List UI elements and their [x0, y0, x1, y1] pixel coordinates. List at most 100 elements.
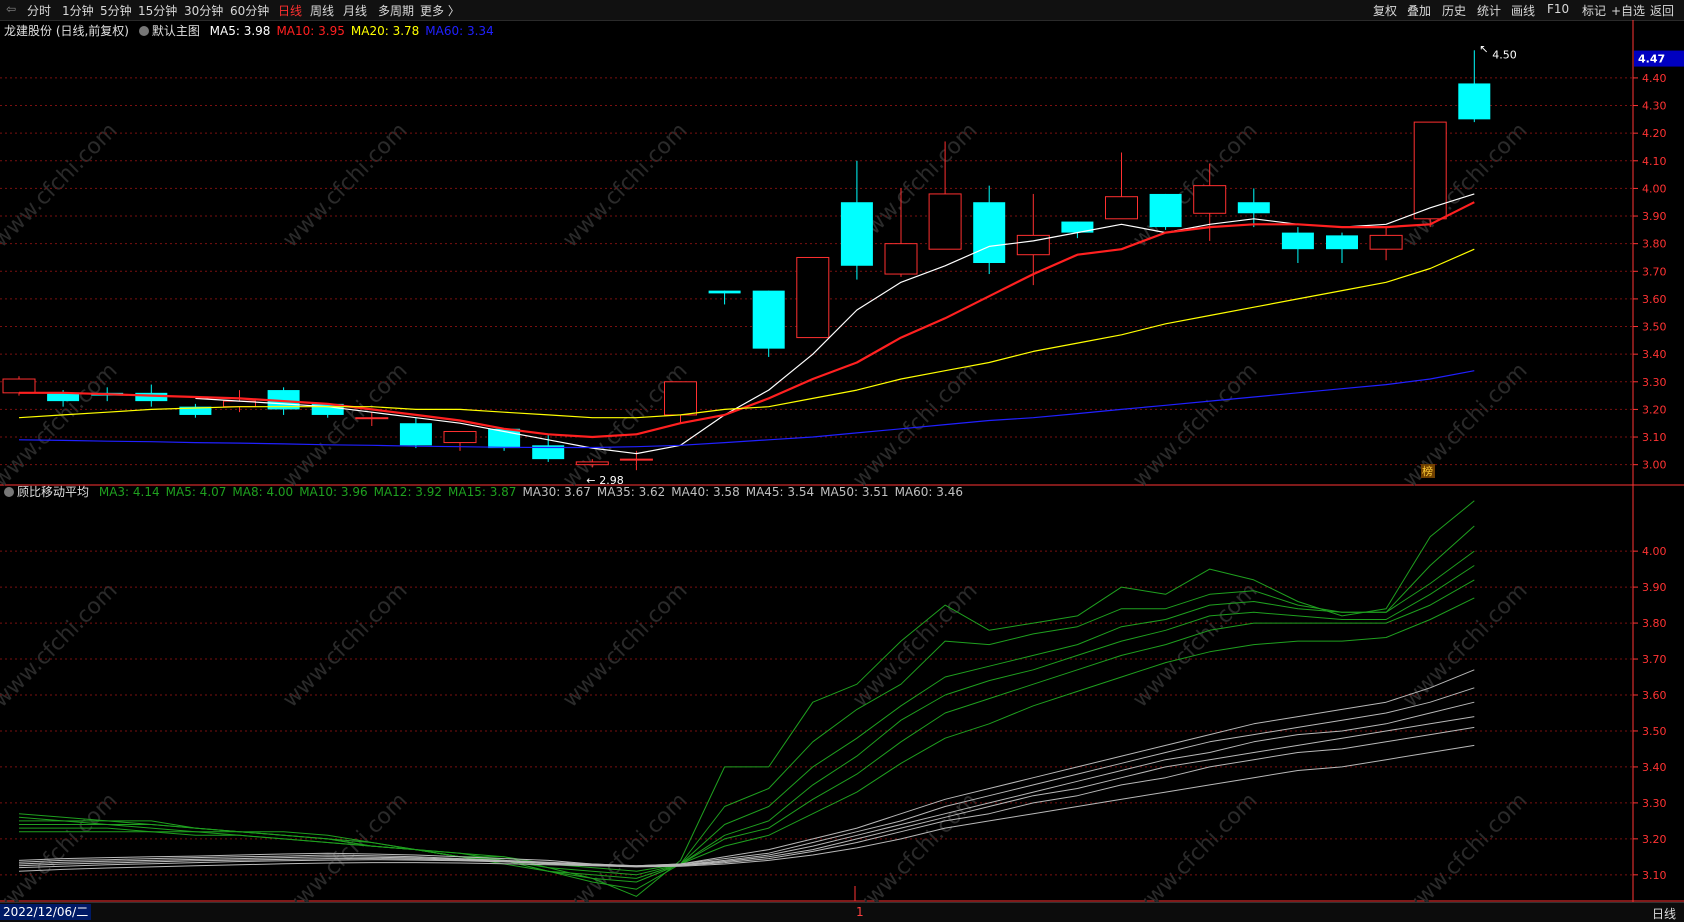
period-tab-3[interactable]: 15分钟: [138, 2, 177, 19]
watermark-text: www.cfchi.com: [278, 118, 412, 252]
tool-button-0[interactable]: 复权: [1373, 2, 1397, 19]
y-tick-label: 3.40: [1642, 348, 1667, 361]
gmma-line-MA12: [19, 579, 1475, 876]
candle-body: [399, 423, 432, 446]
period-tab-7[interactable]: 周线: [310, 2, 334, 19]
y-tick-label: 4.00: [1642, 182, 1667, 195]
period-tab-10[interactable]: 更多 〉: [420, 2, 460, 19]
y-tick-label: 3.50: [1642, 725, 1667, 738]
candle-body: [443, 431, 477, 444]
candle-body: [840, 202, 873, 266]
indicator-toggle-icon[interactable]: [4, 487, 14, 497]
legend-item: MA50: 3.51: [820, 485, 889, 499]
ma-line-MA20: [18, 248, 1475, 419]
period-indicator[interactable]: 日线: [1652, 905, 1676, 922]
candle-body: [1281, 232, 1314, 250]
y-tick-label: 3.00: [1642, 459, 1667, 472]
watermark-text: www.cfchi.com: [558, 578, 692, 712]
y-tick-label: 3.20: [1642, 833, 1667, 846]
legend-item: MA45: 3.54: [745, 485, 815, 499]
tool-button-1[interactable]: 叠加: [1407, 2, 1431, 19]
candle-body: [796, 256, 830, 339]
y-tick-label: 3.10: [1642, 431, 1667, 444]
candle-body: [928, 193, 962, 250]
kline-chart: www.cfchi.com www.cfchi.com www.cfchi.com w…: [0, 20, 1684, 902]
candle: [1413, 121, 1447, 228]
tool-button-6[interactable]: 标记: [1582, 2, 1606, 19]
y-tick-label: 3.20: [1642, 403, 1667, 416]
period-tab-9[interactable]: 多周期: [378, 2, 414, 19]
gmma-line-MA10: [19, 565, 1475, 879]
high-price-label: 4.50: [1492, 48, 1517, 61]
period-tab-1[interactable]: 1分钟: [62, 2, 94, 19]
candle-body: [355, 417, 389, 420]
y-tick-label: 3.40: [1642, 761, 1667, 774]
y-tick-label: 4.20: [1642, 127, 1667, 140]
tool-button-5[interactable]: F10: [1547, 2, 1569, 16]
legend-item: MA60: 3.46: [894, 485, 963, 499]
y-tick-label: 3.60: [1642, 293, 1667, 306]
tool-button-3[interactable]: 统计: [1477, 2, 1501, 19]
candle-body: [708, 290, 741, 294]
watermark-text: www.cfchi.com: [1398, 788, 1532, 902]
y-tick-label: 4.10: [1642, 155, 1667, 168]
candle-body: [1369, 234, 1403, 250]
candle-body: [1193, 185, 1227, 214]
period-tab-2[interactable]: 5分钟: [100, 2, 132, 19]
y-tick-label: 3.90: [1642, 581, 1667, 594]
watermark-text: www.cfchi.com: [0, 788, 123, 902]
legend-item: MA5: 4.07: [165, 485, 227, 499]
period-tab-8[interactable]: 月线: [343, 2, 367, 19]
watermark-text: www.cfchi.com: [278, 358, 412, 492]
legend-item: MA35: 3.62: [596, 485, 666, 499]
candle: [840, 160, 873, 280]
y-tick-label: 4.40: [1642, 72, 1667, 85]
y-tick-label: 3.60: [1642, 689, 1667, 702]
tool-button-8[interactable]: 返回: [1650, 2, 1674, 19]
tool-button-2[interactable]: 历史: [1442, 2, 1466, 19]
current-price-label: 4.47: [1638, 53, 1665, 66]
bottom-bar: 2022/12/06/二 1 日线: [0, 902, 1684, 922]
y-tick-label: 3.30: [1642, 797, 1667, 810]
gmma-line-MA45: [18, 716, 1475, 868]
gmma-line-MA3: [18, 500, 1475, 897]
watermark-text: www.cfchi.com: [848, 578, 982, 712]
legend-item: MA5: 3.98: [209, 24, 271, 38]
legend-item: MA3: 4.14: [98, 485, 160, 499]
period-tab-5[interactable]: 60分钟: [230, 2, 269, 19]
legend-item: MA20: 3.78: [350, 24, 420, 38]
watermark-text: www.cfchi.com: [0, 118, 123, 252]
y-tick-label: 3.70: [1642, 265, 1667, 278]
legend-item: MA8: 4.00: [232, 485, 294, 499]
y-tick-label: 3.80: [1642, 617, 1667, 630]
watermark-text: www.cfchi.com: [278, 578, 412, 712]
candle-body: [1326, 235, 1358, 250]
legend-item: MA10: 3.95: [276, 24, 345, 38]
candle-body: [1237, 202, 1270, 214]
candle: [664, 381, 697, 424]
y-tick-label: 3.70: [1642, 653, 1667, 666]
tool-button-7[interactable]: +自选: [1611, 2, 1645, 19]
main-template-label[interactable]: 默认主图: [152, 24, 200, 38]
period-tab-6[interactable]: 日线: [278, 2, 302, 19]
tool-button-4[interactable]: 画线: [1511, 2, 1535, 19]
candle: [1237, 188, 1270, 228]
candle-body: [884, 243, 918, 275]
period-tab-4[interactable]: 30分钟: [184, 2, 223, 19]
watermark-text: www.cfchi.com: [1398, 358, 1532, 492]
back-arrow-icon[interactable]: ⇦: [6, 2, 16, 16]
candle: [1105, 152, 1138, 220]
top-toolbar: 分时 1分钟 5分钟 15分钟 30分钟 60分钟 日线 周线 月线 多周期 更多 〉 复权 叠加 历史统…: [0, 0, 1684, 21]
stock-name: 龙建股份 (日线,前复权): [4, 24, 129, 38]
period-tab-0[interactable]: 分时: [27, 2, 51, 19]
legend-item: MA15: 3.87: [448, 485, 517, 499]
watermark-text: www.cfchi.com: [278, 788, 412, 902]
watermark-text: www.cfchi.com: [848, 358, 982, 492]
candle-body: [973, 202, 1006, 263]
sub-chart-legend: 顾比移动平均 MA3: 4.14 MA5: 4.07 MA8: 4.00 MA10: …: [4, 483, 975, 500]
candle: [1281, 227, 1314, 263]
indicator-title[interactable]: 顾比移动平均: [17, 485, 89, 499]
candle: [708, 290, 741, 305]
template-icon[interactable]: [138, 26, 149, 36]
candle-body: [1105, 196, 1138, 220]
